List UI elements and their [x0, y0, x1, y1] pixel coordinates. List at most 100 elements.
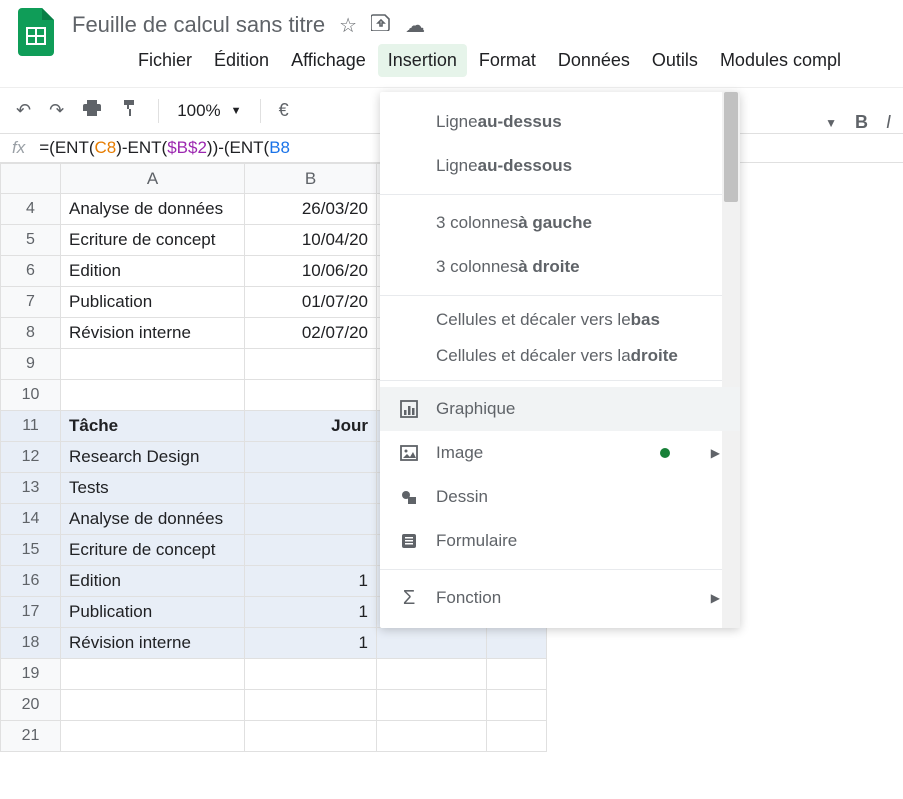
- row-header[interactable]: 21: [1, 721, 61, 752]
- cell[interactable]: 10/06/20: [245, 256, 377, 287]
- cell[interactable]: Tâche: [61, 411, 245, 442]
- row-header[interactable]: 13: [1, 473, 61, 504]
- cell[interactable]: [61, 380, 245, 411]
- cell[interactable]: Analyse de données: [61, 194, 245, 225]
- insert-row-above[interactable]: Ligne au-dessus: [380, 100, 740, 144]
- menu-insert[interactable]: Insertion: [378, 44, 467, 77]
- menu-tools[interactable]: Outils: [642, 44, 708, 77]
- star-icon[interactable]: ☆: [339, 13, 357, 38]
- row-header[interactable]: 8: [1, 318, 61, 349]
- cell[interactable]: [487, 628, 547, 659]
- cell[interactable]: [245, 349, 377, 380]
- cell[interactable]: 1: [245, 628, 377, 659]
- cell[interactable]: 1: [245, 566, 377, 597]
- cell[interactable]: [61, 659, 245, 690]
- menu-data[interactable]: Données: [548, 44, 640, 77]
- cloud-icon[interactable]: ☁: [405, 13, 425, 38]
- cell[interactable]: [245, 535, 377, 566]
- cell[interactable]: [377, 721, 487, 752]
- print-icon[interactable]: [82, 98, 102, 123]
- insert-cells-right[interactable]: Cellules et décaler vers la droite: [380, 338, 740, 374]
- insert-function[interactable]: Σ Fonction ▶: [380, 576, 740, 620]
- col-header-B[interactable]: B: [245, 164, 377, 194]
- insert-drawing[interactable]: Dessin: [380, 475, 740, 519]
- row-header[interactable]: 7: [1, 287, 61, 318]
- cell[interactable]: [487, 690, 547, 721]
- menu-view[interactable]: Affichage: [281, 44, 376, 77]
- cell[interactable]: Publication: [61, 597, 245, 628]
- menu-edit[interactable]: Édition: [204, 44, 279, 77]
- insert-cols-left[interactable]: 3 colonnes à gauche: [380, 201, 740, 245]
- table-row[interactable]: 20: [1, 690, 547, 721]
- row-header[interactable]: 6: [1, 256, 61, 287]
- cell[interactable]: [61, 690, 245, 721]
- row-header[interactable]: 9: [1, 349, 61, 380]
- doc-title[interactable]: Feuille de calcul sans titre: [72, 12, 325, 38]
- cell[interactable]: [487, 721, 547, 752]
- cell[interactable]: [245, 721, 377, 752]
- currency-icon[interactable]: €: [279, 100, 289, 121]
- cell[interactable]: [377, 690, 487, 721]
- row-header[interactable]: 17: [1, 597, 61, 628]
- cell[interactable]: 01/07/20: [245, 287, 377, 318]
- row-header[interactable]: 11: [1, 411, 61, 442]
- menu-format[interactable]: Format: [469, 44, 546, 77]
- cell[interactable]: [61, 349, 245, 380]
- cell[interactable]: Edition: [61, 566, 245, 597]
- cell[interactable]: Publication: [61, 287, 245, 318]
- cell[interactable]: [245, 504, 377, 535]
- italic-button[interactable]: I: [886, 112, 891, 133]
- cell[interactable]: 02/07/20: [245, 318, 377, 349]
- cell[interactable]: Edition: [61, 256, 245, 287]
- dropdown-caret-icon[interactable]: ▼: [825, 116, 837, 130]
- insert-chart[interactable]: Graphique: [380, 387, 740, 431]
- cell[interactable]: 10/04/20: [245, 225, 377, 256]
- formula-input[interactable]: =(ENT(C8)-ENT($B$2))-(ENT(B8: [39, 138, 290, 158]
- row-header[interactable]: 4: [1, 194, 61, 225]
- cell[interactable]: [245, 380, 377, 411]
- insert-image[interactable]: Image ▶: [380, 431, 740, 475]
- cell[interactable]: [245, 690, 377, 721]
- cell[interactable]: [61, 721, 245, 752]
- insert-cells-down[interactable]: Cellules et décaler vers le bas: [380, 302, 740, 338]
- cell[interactable]: 1: [245, 597, 377, 628]
- cell[interactable]: Jour: [245, 411, 377, 442]
- select-all-corner[interactable]: [1, 164, 61, 194]
- insert-cols-right[interactable]: 3 colonnes à droite: [380, 245, 740, 289]
- table-row[interactable]: 21: [1, 721, 547, 752]
- cell[interactable]: Research Design: [61, 442, 245, 473]
- undo-icon[interactable]: ↶: [16, 100, 31, 121]
- cell[interactable]: Ecriture de concept: [61, 225, 245, 256]
- cell[interactable]: 26/03/20: [245, 194, 377, 225]
- menu-addons[interactable]: Modules compl: [710, 44, 851, 77]
- table-row[interactable]: 19: [1, 659, 547, 690]
- table-row[interactable]: 18Révision interne1: [1, 628, 547, 659]
- insert-form[interactable]: Formulaire: [380, 519, 740, 563]
- cell[interactable]: [377, 659, 487, 690]
- cell[interactable]: Révision interne: [61, 318, 245, 349]
- cell[interactable]: Analyse de données: [61, 504, 245, 535]
- zoom-select[interactable]: 100% ▼: [177, 101, 241, 121]
- row-header[interactable]: 16: [1, 566, 61, 597]
- move-icon[interactable]: [371, 13, 391, 38]
- row-header[interactable]: 18: [1, 628, 61, 659]
- row-header[interactable]: 12: [1, 442, 61, 473]
- sheets-logo[interactable]: [16, 12, 56, 52]
- bold-button[interactable]: B: [855, 112, 868, 133]
- cell[interactable]: [377, 628, 487, 659]
- redo-icon[interactable]: ↷: [49, 100, 64, 121]
- col-header-A[interactable]: A: [61, 164, 245, 194]
- cell[interactable]: [245, 473, 377, 504]
- paint-format-icon[interactable]: [120, 98, 140, 123]
- insert-row-below[interactable]: Ligne au-dessous: [380, 144, 740, 188]
- cell[interactable]: Révision interne: [61, 628, 245, 659]
- row-header[interactable]: 19: [1, 659, 61, 690]
- row-header[interactable]: 20: [1, 690, 61, 721]
- row-header[interactable]: 15: [1, 535, 61, 566]
- menu-file[interactable]: Fichier: [128, 44, 202, 77]
- cell[interactable]: [245, 659, 377, 690]
- row-header[interactable]: 5: [1, 225, 61, 256]
- cell[interactable]: Tests: [61, 473, 245, 504]
- row-header[interactable]: 14: [1, 504, 61, 535]
- cell[interactable]: [245, 442, 377, 473]
